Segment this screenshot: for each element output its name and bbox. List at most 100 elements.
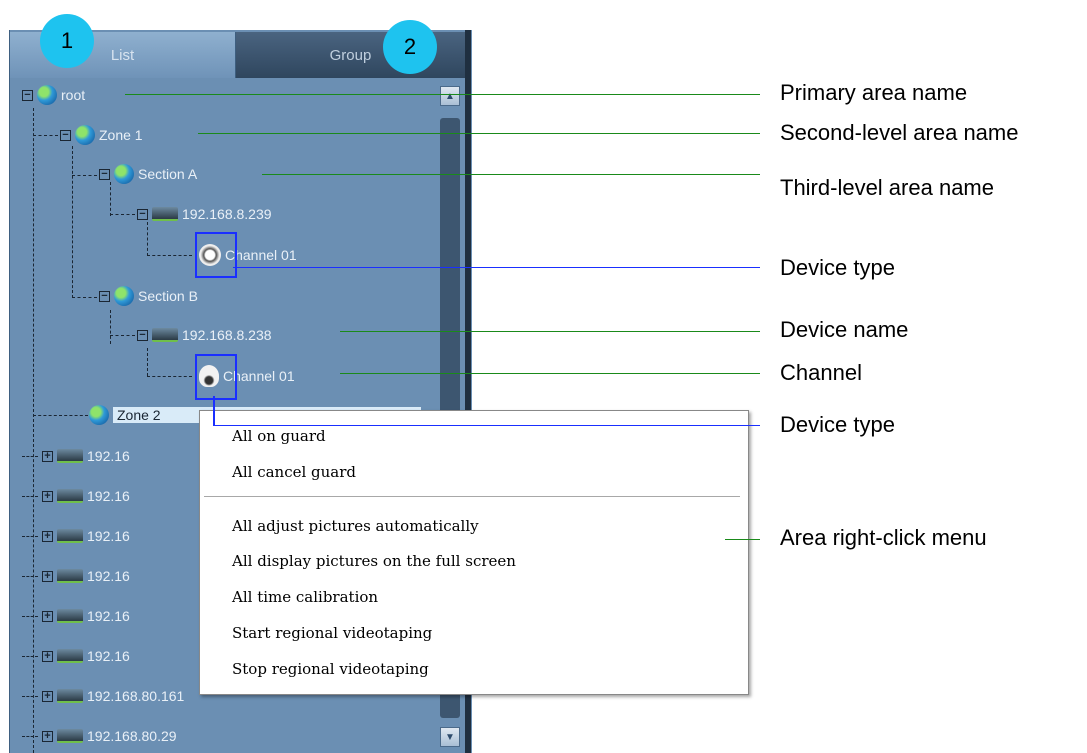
tree-line [147,255,192,256]
tree-node-label: 192.16 [87,528,130,544]
annotation-line [213,425,760,426]
tree-node-label: Section B [138,288,198,304]
tree-line [72,146,73,298]
annotation-line [198,133,760,134]
tree-line [72,175,97,176]
expand-icon[interactable]: + [42,530,53,542]
tree-node-section-b[interactable]: − Section B [99,284,198,308]
menu-item-start-videotaping[interactable]: Start regional videotaping [232,621,432,645]
dvr-icon [57,449,83,463]
tab-group-label: Group [329,46,372,64]
menu-separator [204,496,740,497]
collapse-icon[interactable]: − [22,89,33,101]
tree-node-section-a[interactable]: − Section A [99,162,197,186]
dvr-icon [57,609,83,623]
collapse-icon[interactable]: − [137,208,148,220]
device-type-highlight-box [195,354,237,400]
tree-node-device[interactable]: + 192.16 [22,444,130,468]
collapse-icon[interactable]: − [60,129,71,141]
menu-item-all-cancel-guard[interactable]: All cancel guard [232,460,356,484]
tree-line [110,214,135,215]
annotation-line [262,174,760,175]
annotation-line [213,396,215,426]
tree-node-label: 192.168.8.239 [182,206,272,222]
expand-icon[interactable]: + [42,650,53,662]
tree-node-device-a[interactable]: − 192.168.8.239 [137,202,272,226]
expand-icon[interactable]: + [42,610,53,622]
collapse-icon[interactable]: − [99,168,110,180]
callout-badge-1: 1 [40,14,94,68]
annotation-right-click-menu: Area right-click menu [780,525,987,550]
tree-line [110,335,135,336]
expand-icon[interactable]: + [42,450,53,462]
dvr-icon [152,328,178,342]
tree-node-device[interactable]: + 192.168.80.29 [22,724,177,748]
scroll-down-button[interactable]: ▼ [440,727,460,747]
tree-node-device-b[interactable]: − 192.168.8.238 [137,323,272,347]
menu-item-adjust-pictures[interactable]: All adjust pictures automatically [232,514,479,538]
menu-item-full-screen[interactable]: All display pictures on the full screen [232,549,516,573]
annotation-second-area: Second-level area name [780,120,1019,145]
annotation-line [125,94,760,95]
tree-line [147,222,148,256]
annotation-line [233,267,760,268]
annotation-device-name: Device name [780,317,909,342]
expand-icon[interactable]: + [42,570,53,582]
collapse-icon[interactable]: − [99,290,110,302]
annotation-device-type: Device type [780,412,895,437]
tree-node-label: 192.168.80.29 [87,728,177,744]
annotation-channel: Channel [780,360,862,385]
scroll-up-button[interactable]: ▲ [440,86,460,106]
tab-list-label: List [110,46,135,64]
globe-icon [75,125,95,145]
tree-line [147,376,192,377]
dvr-icon [152,207,178,221]
annotation-line [725,539,760,540]
tree-node-label: Zone 1 [99,127,143,143]
annotation-primary-area: Primary area name [780,80,968,105]
tree-node-device[interactable]: + 192.16 [22,484,130,508]
tree-node-device[interactable]: + 192.16 [22,644,130,668]
tree-line [147,348,148,376]
dvr-icon [57,649,83,663]
tree-node-device[interactable]: + 192.16 [22,604,130,628]
menu-item-time-calibration[interactable]: All time calibration [232,585,378,609]
tree-node-label: root [61,87,86,103]
globe-icon [89,405,109,425]
tree-node-label: 192.16 [87,448,130,464]
tree-node-label: 192.16 [87,608,130,624]
tree-line [33,135,58,136]
globe-icon [114,286,134,306]
annotation-line [340,331,760,332]
tree-node-device[interactable]: + 192.168.80.161 [22,684,184,708]
tree-node-label: Section A [138,166,198,182]
tree-node-zone1[interactable]: − Zone 1 [60,123,143,147]
tree-node-device[interactable]: + 192.16 [22,564,130,588]
dvr-icon [57,729,83,743]
annotation-third-area: Third-level area name [780,175,994,200]
menu-item-stop-videotaping[interactable]: Stop regional videotaping [232,657,429,681]
tree-node-label: 192.16 [87,568,130,584]
globe-icon [37,85,57,105]
collapse-icon[interactable]: − [137,329,148,341]
dvr-icon [57,569,83,583]
callout-badge-2: 2 [383,20,437,74]
expand-icon[interactable]: + [42,490,53,502]
expand-icon[interactable]: + [42,690,53,702]
menu-item-all-on-guard[interactable]: All on guard [232,424,326,448]
tree-node-root[interactable]: − root [22,83,85,107]
tree-line [33,415,88,416]
dvr-icon [57,529,83,543]
dvr-icon [57,689,83,703]
dvr-icon [57,489,83,503]
tree-line [110,310,111,344]
expand-icon[interactable]: + [42,730,53,742]
tree-line [72,297,97,298]
globe-icon [114,164,134,184]
tree-line [110,182,111,216]
annotation-line [340,373,760,374]
annotation-device-type: Device type [780,255,895,280]
device-type-highlight-box [195,232,237,278]
context-menu: All on guard All cancel guard All adjust… [199,410,749,695]
tree-node-device[interactable]: + 192.16 [22,524,130,548]
